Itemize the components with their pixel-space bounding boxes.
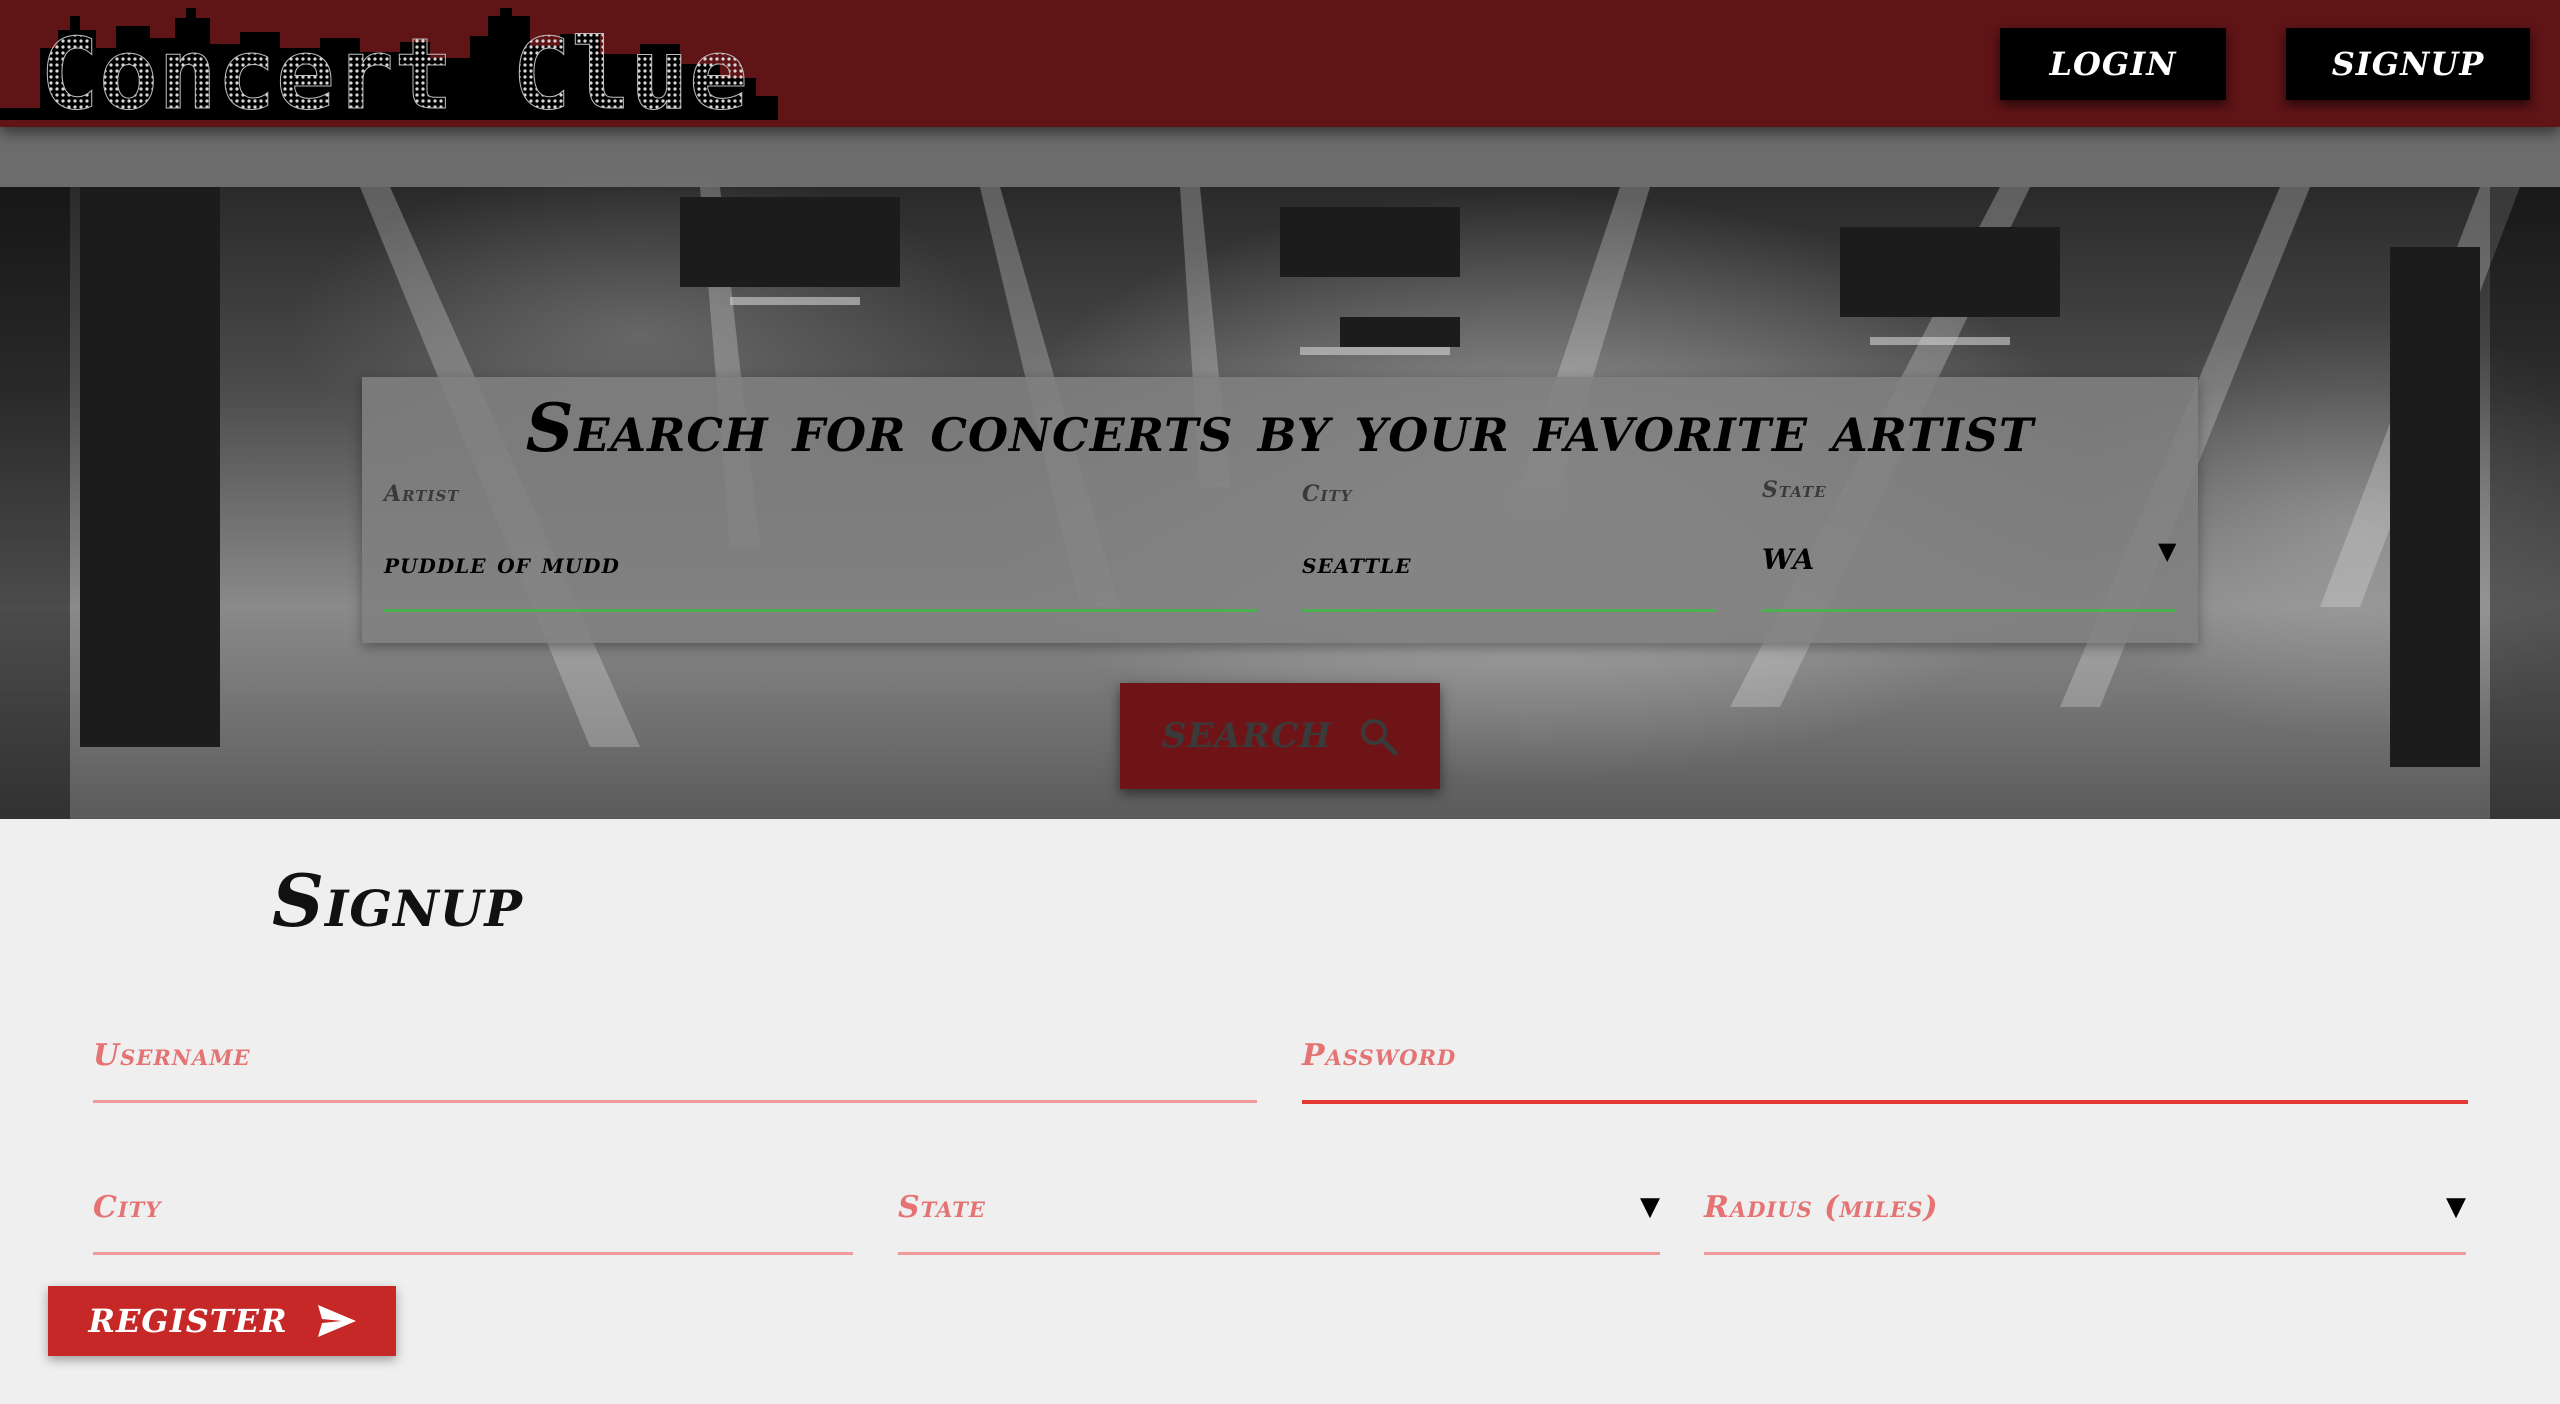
concert-clue-logo[interactable]: Concert Clue	[0, 8, 778, 120]
radius-select[interactable]: Radius (miles)	[1704, 1190, 1939, 1225]
search-button-label: SEARCH	[1161, 716, 1333, 756]
state-label: State	[1762, 477, 1827, 503]
state-select[interactable]: WA	[1762, 543, 1815, 576]
state-dropdown-arrow-icon[interactable]: ▼	[2158, 537, 2176, 565]
signup-city-field[interactable]: City	[93, 1190, 161, 1225]
city-input-underline	[1302, 609, 1716, 612]
register-button[interactable]: REGISTER	[48, 1286, 396, 1356]
svg-text:Concert Clue: Concert Clue	[40, 18, 748, 120]
hero-banner: Search for concerts by your favorite art…	[0, 127, 2560, 819]
username-underline	[93, 1100, 1257, 1103]
city-input[interactable]: seattle	[1302, 547, 1411, 580]
password-underline	[1302, 1100, 2468, 1104]
artist-input[interactable]: puddle of mudd	[384, 547, 620, 580]
city-skyline-logo-graphic: Concert Clue	[0, 8, 778, 120]
signup-nav-button[interactable]: SIGNUP	[2286, 28, 2530, 100]
state-select-underline	[1762, 609, 2176, 612]
search-button[interactable]: SEARCH	[1120, 683, 1440, 789]
radius-underline	[1704, 1252, 2466, 1255]
top-navbar: Concert Clue LOGIN SIGNUP	[0, 0, 2560, 127]
signup-city-underline	[93, 1252, 853, 1255]
city-label: City	[1302, 481, 1353, 507]
radius-dropdown-arrow-icon[interactable]: ▼	[2446, 1192, 2466, 1222]
search-icon	[1361, 719, 1398, 756]
search-title: Search for concerts by your favorite art…	[525, 389, 2035, 467]
signup-state-dropdown-arrow-icon[interactable]: ▼	[1640, 1192, 1660, 1222]
signup-state-select[interactable]: State	[898, 1190, 986, 1225]
password-field[interactable]: Password	[1302, 1038, 1456, 1073]
register-button-label: REGISTER	[88, 1302, 288, 1340]
signup-state-underline	[898, 1252, 1660, 1255]
login-button[interactable]: LOGIN	[2000, 28, 2226, 100]
username-field[interactable]: Username	[93, 1038, 251, 1073]
signup-heading: Signup	[272, 858, 523, 943]
search-panel: Search for concerts by your favorite art…	[362, 377, 2198, 643]
artist-label: Artist	[384, 481, 460, 507]
artist-input-underline	[384, 609, 1258, 612]
send-icon	[317, 1305, 356, 1337]
